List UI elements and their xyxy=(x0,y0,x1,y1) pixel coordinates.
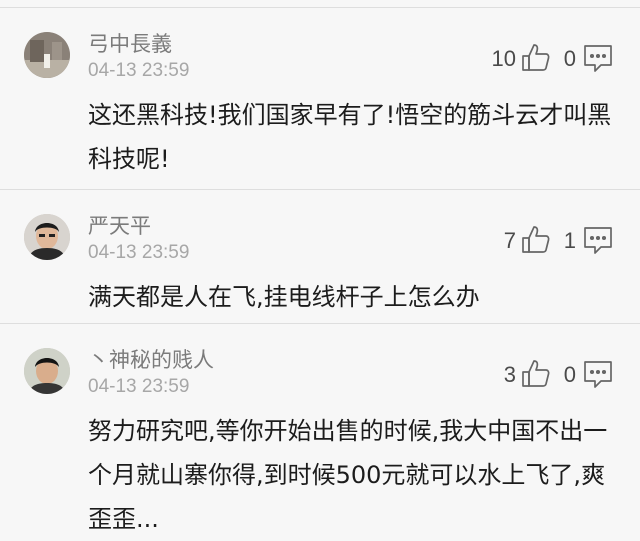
comment-actions: 7 1 xyxy=(482,224,626,258)
reply-count: 0 xyxy=(563,362,576,387)
username[interactable]: 丶神秘的贱人 xyxy=(88,344,214,374)
comment-actions: 10 0 xyxy=(482,42,626,76)
comment-text: 这还黑科技!我们国家早有了!悟空的筋斗云才叫黑科技呢! xyxy=(88,101,612,173)
comment-item: 弓中長義 04-13 23:59 10 0 这还黑科技!我们国家早有了!悟空的筋 xyxy=(0,7,640,189)
like-count: 10 xyxy=(491,46,516,71)
user-avatar[interactable] xyxy=(24,32,70,78)
user-avatar[interactable] xyxy=(24,214,70,260)
like-count: 7 xyxy=(503,228,516,253)
comment-item: 丶神秘的贱人 04-13 23:59 3 0 努力研究吧,等你开始出售的时候,我 xyxy=(0,323,640,533)
reply-count: 0 xyxy=(563,46,576,71)
comment-actions: 3 0 xyxy=(482,358,626,392)
username[interactable]: 严天平 xyxy=(88,210,151,240)
like-count: 3 xyxy=(503,362,516,387)
comment-item: 严天平 04-13 23:59 7 1 满天都是人在飞,挂电线杆子上怎么办 xyxy=(0,189,640,323)
timestamp: 04-13 23:59 xyxy=(88,242,190,263)
timestamp: 04-13 23:59 xyxy=(88,60,190,81)
username[interactable]: 弓中長義 xyxy=(88,28,172,58)
reply-count: 1 xyxy=(563,228,576,253)
comment-icon[interactable] xyxy=(582,42,614,74)
comment-list: 弓中長義 04-13 23:59 10 0 这还黑科技!我们国家早有了!悟空的筋 xyxy=(0,0,640,533)
comment-icon[interactable] xyxy=(582,224,614,256)
timestamp: 04-13 23:59 xyxy=(88,376,190,397)
comment-text: 努力研究吧,等你开始出售的时候,我大中国不出一个月就山寨你得,到时候500元就可… xyxy=(88,417,608,533)
comment-text: 满天都是人在飞,挂电线杆子上怎么办 xyxy=(88,283,480,311)
user-avatar[interactable] xyxy=(24,348,70,394)
comment-icon[interactable] xyxy=(582,358,614,390)
